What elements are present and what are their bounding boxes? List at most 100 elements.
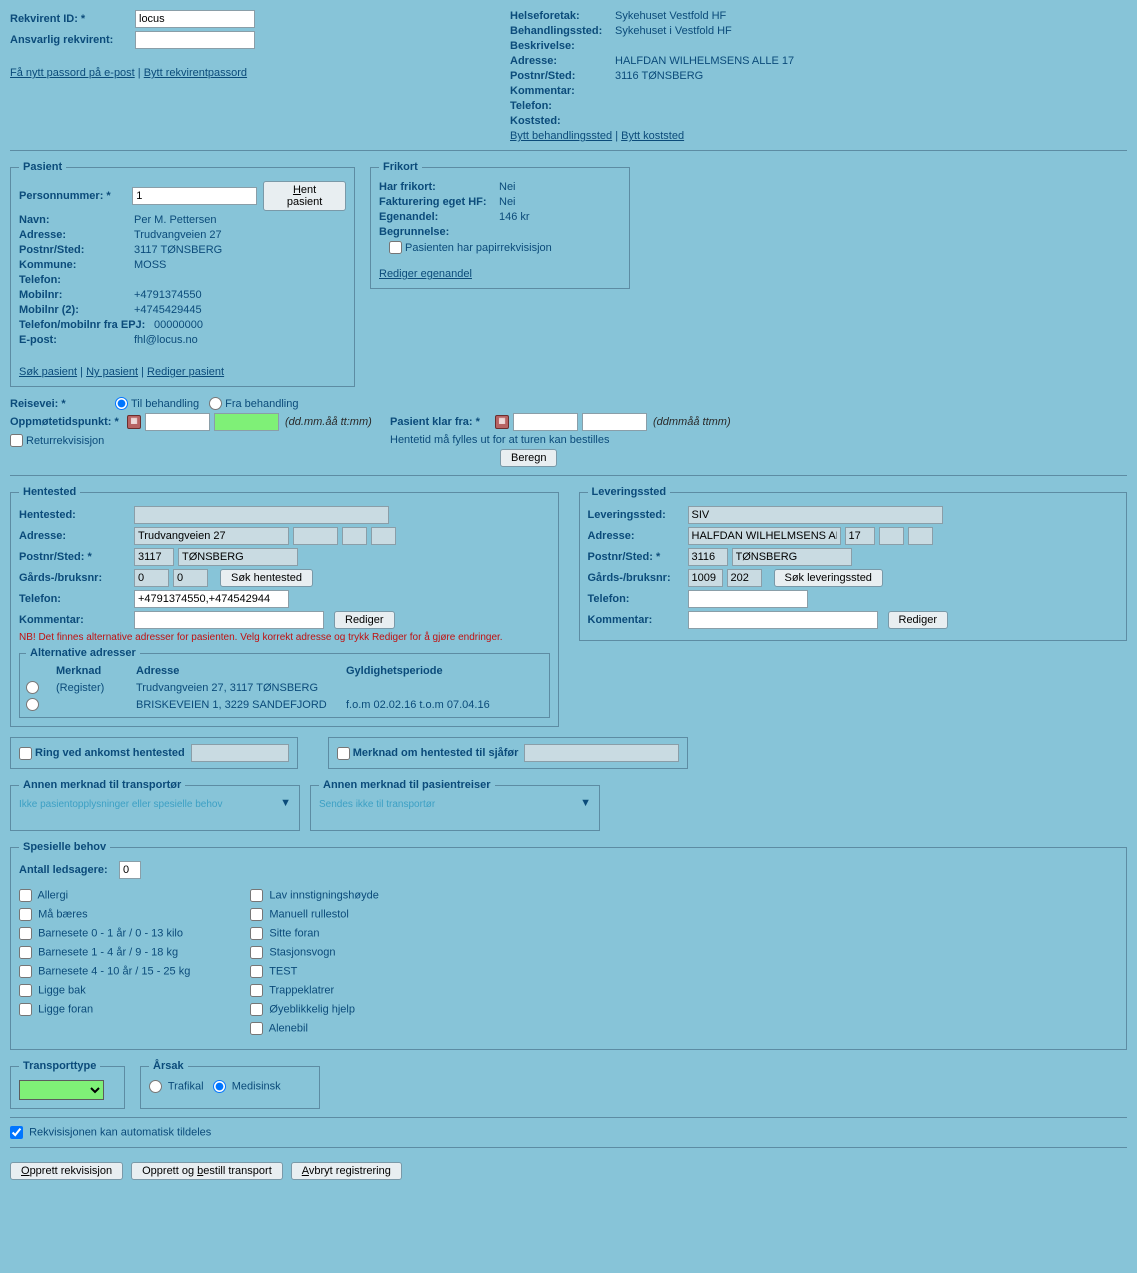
lever-nr2-input[interactable] — [879, 527, 904, 545]
ring-ved-ankomst-checkbox[interactable] — [19, 747, 32, 760]
hentested-gard2-input[interactable] — [173, 569, 208, 587]
behov-item: Barnesete 1 - 4 år / 9 - 18 kg — [19, 946, 190, 959]
chevron-down-icon-2[interactable]: ▼ — [580, 797, 591, 809]
behov-checkbox[interactable] — [250, 1003, 263, 1016]
hentested-postnr-input[interactable] — [134, 548, 174, 566]
fra-behandling-radio[interactable] — [209, 397, 222, 410]
koststed-label: Koststed: — [510, 115, 615, 127]
behov-item: Trappeklatrer — [250, 984, 379, 997]
hentested-nr3-input[interactable] — [371, 527, 396, 545]
lever-kom-input[interactable] — [688, 611, 878, 629]
behov-checkbox[interactable] — [19, 946, 32, 959]
bytt-rekvirentpassord-link[interactable]: Bytt rekvirentpassord — [144, 67, 247, 79]
hentested-warning: NB! Det finnes alternative adresser for … — [19, 632, 550, 643]
behov-checkbox[interactable] — [19, 965, 32, 978]
bytt-koststed-link[interactable]: Bytt koststed — [621, 130, 684, 142]
beregn-button[interactable]: Beregn — [500, 449, 557, 467]
annen-pasient-placeholder: Sendes ikke til transportør — [319, 799, 591, 810]
behov-checkbox[interactable] — [250, 889, 263, 902]
hentested-rediger-button[interactable]: Rediger — [334, 611, 395, 629]
lever-nr3-input[interactable] — [908, 527, 933, 545]
leveringssted-input[interactable] — [688, 506, 943, 524]
opprett-rekvisisjon-button[interactable]: Opprett rekvisisjonOpprett rekvisisjon — [10, 1162, 123, 1180]
lever-postnr-input[interactable] — [688, 548, 728, 566]
beskrivelse-label: Beskrivelse: — [510, 40, 615, 52]
hentested-kom-input[interactable] — [134, 611, 324, 629]
rekvirent-id-input[interactable] — [135, 10, 255, 28]
medisinsk-label: Medisinsk — [232, 1080, 281, 1092]
lever-nr1-input[interactable] — [845, 527, 875, 545]
hentested-sted-input[interactable] — [178, 548, 298, 566]
oppmote-date-input[interactable] — [145, 413, 210, 431]
opprett-og-bestill-button[interactable]: Opprett og bestill transportOpprett og b… — [131, 1162, 283, 1180]
hentested-nr2-input[interactable] — [342, 527, 367, 545]
personnr-input[interactable] — [132, 187, 257, 205]
hentested-nr1-input[interactable] — [293, 527, 338, 545]
hentested-adresse-input[interactable] — [134, 527, 289, 545]
alt-adresse-radio[interactable] — [26, 698, 39, 711]
hent-pasient-button[interactable]: HHent pasientent pasient — [263, 181, 346, 211]
rediger-pasient-link[interactable]: Rediger pasient — [147, 366, 224, 378]
chevron-down-icon[interactable]: ▼ — [280, 797, 291, 809]
auto-tildeles-checkbox[interactable] — [10, 1126, 23, 1139]
sok-hentested-button[interactable]: Søk hentested — [220, 569, 313, 587]
behov-label: Øyeblikkelig hjelp — [269, 1003, 355, 1015]
ansvarlig-input[interactable] — [135, 31, 255, 49]
lever-rediger-button[interactable]: Rediger — [888, 611, 949, 629]
merknad-hentested-input[interactable] — [524, 744, 679, 762]
pasient-postnr-label: Postnr/Sted: — [19, 244, 134, 256]
trafikal-radio[interactable] — [149, 1080, 162, 1093]
hentested-tel-input[interactable] — [134, 590, 289, 608]
klar-date-input[interactable] — [513, 413, 578, 431]
returrekvisisjon-checkbox[interactable] — [10, 434, 23, 447]
annen-transport-placeholder: Ikke pasientopplysninger eller spesielle… — [19, 799, 291, 810]
alt-adresse-row: BRISKEVEIEN 1, 3229 SANDEFJORD f.o.m 02.… — [26, 698, 543, 711]
annen-pasient-legend: Annen merknad til pasientreiser — [319, 779, 495, 791]
behov-checkbox[interactable] — [250, 984, 263, 997]
antall-ledsagere-label: Antall ledsagere: — [19, 864, 119, 876]
behov-checkbox[interactable] — [250, 927, 263, 940]
behov-checkbox[interactable] — [19, 889, 32, 902]
annen-merknad-transportor-fieldset[interactable]: Annen merknad til transportør ▼ Ikke pas… — [10, 779, 300, 831]
behov-checkbox[interactable] — [19, 908, 32, 921]
til-behandling-radio[interactable] — [115, 397, 128, 410]
oppmote-time-input[interactable] — [214, 413, 279, 431]
behov-checkbox[interactable] — [250, 908, 263, 921]
hentested-kom-label: Kommentar: — [19, 614, 134, 626]
behov-checkbox[interactable] — [19, 984, 32, 997]
annen-merknad-pasientreiser-fieldset[interactable]: Annen merknad til pasientreiser ▼ Sendes… — [310, 779, 600, 831]
passord-link[interactable]: Få nytt passord på e-post — [10, 67, 135, 79]
rediger-egenandel-link[interactable]: Rediger egenandel — [379, 268, 472, 280]
lever-gard1-input[interactable] — [688, 569, 723, 587]
antall-ledsagere-input[interactable] — [119, 861, 141, 879]
sok-pasient-link[interactable]: Søk pasient — [19, 366, 77, 378]
ring-ved-ankomst-section: Ring ved ankomst hentested — [10, 737, 298, 769]
medisinsk-radio[interactable] — [213, 1080, 226, 1093]
transporttype-select[interactable] — [19, 1080, 104, 1100]
lever-gard2-input[interactable] — [727, 569, 762, 587]
bytt-behandlingssted-link[interactable]: Bytt behandlingssted — [510, 130, 612, 142]
behov-checkbox[interactable] — [19, 927, 32, 940]
calendar-icon[interactable]: ▦ — [127, 415, 141, 429]
papirrekvisisjon-label: Pasienten har papirrekvisisjon — [405, 242, 552, 254]
lever-tel-input[interactable] — [688, 590, 808, 608]
ny-pasient-link[interactable]: Ny pasient — [86, 366, 138, 378]
lever-sted-input[interactable] — [732, 548, 852, 566]
klar-time-input[interactable] — [582, 413, 647, 431]
behov-checkbox[interactable] — [250, 1022, 263, 1035]
hentested-gard1-input[interactable] — [134, 569, 169, 587]
ring-ved-ankomst-input[interactable] — [191, 744, 289, 762]
papirrekvisisjon-checkbox[interactable] — [389, 241, 402, 254]
lever-adresse-input[interactable] — [688, 527, 841, 545]
alt-adresse-radio[interactable] — [26, 681, 39, 694]
avbryt-registrering-button[interactable]: Avbryt registreringAvbryt registrering — [291, 1162, 402, 1180]
behov-checkbox[interactable] — [250, 946, 263, 959]
transporttype-fieldset: Transporttype — [10, 1060, 125, 1109]
calendar-icon-2[interactable]: ▦ — [495, 415, 509, 429]
hentested-input[interactable] — [134, 506, 389, 524]
behov-checkbox[interactable] — [250, 965, 263, 978]
sok-leveringssted-button[interactable]: Søk leveringssted — [774, 569, 883, 587]
behov-checkbox[interactable] — [19, 1003, 32, 1016]
postnr-value: 3116 TØNSBERG — [615, 70, 703, 82]
merknad-hentested-checkbox[interactable] — [337, 747, 350, 760]
